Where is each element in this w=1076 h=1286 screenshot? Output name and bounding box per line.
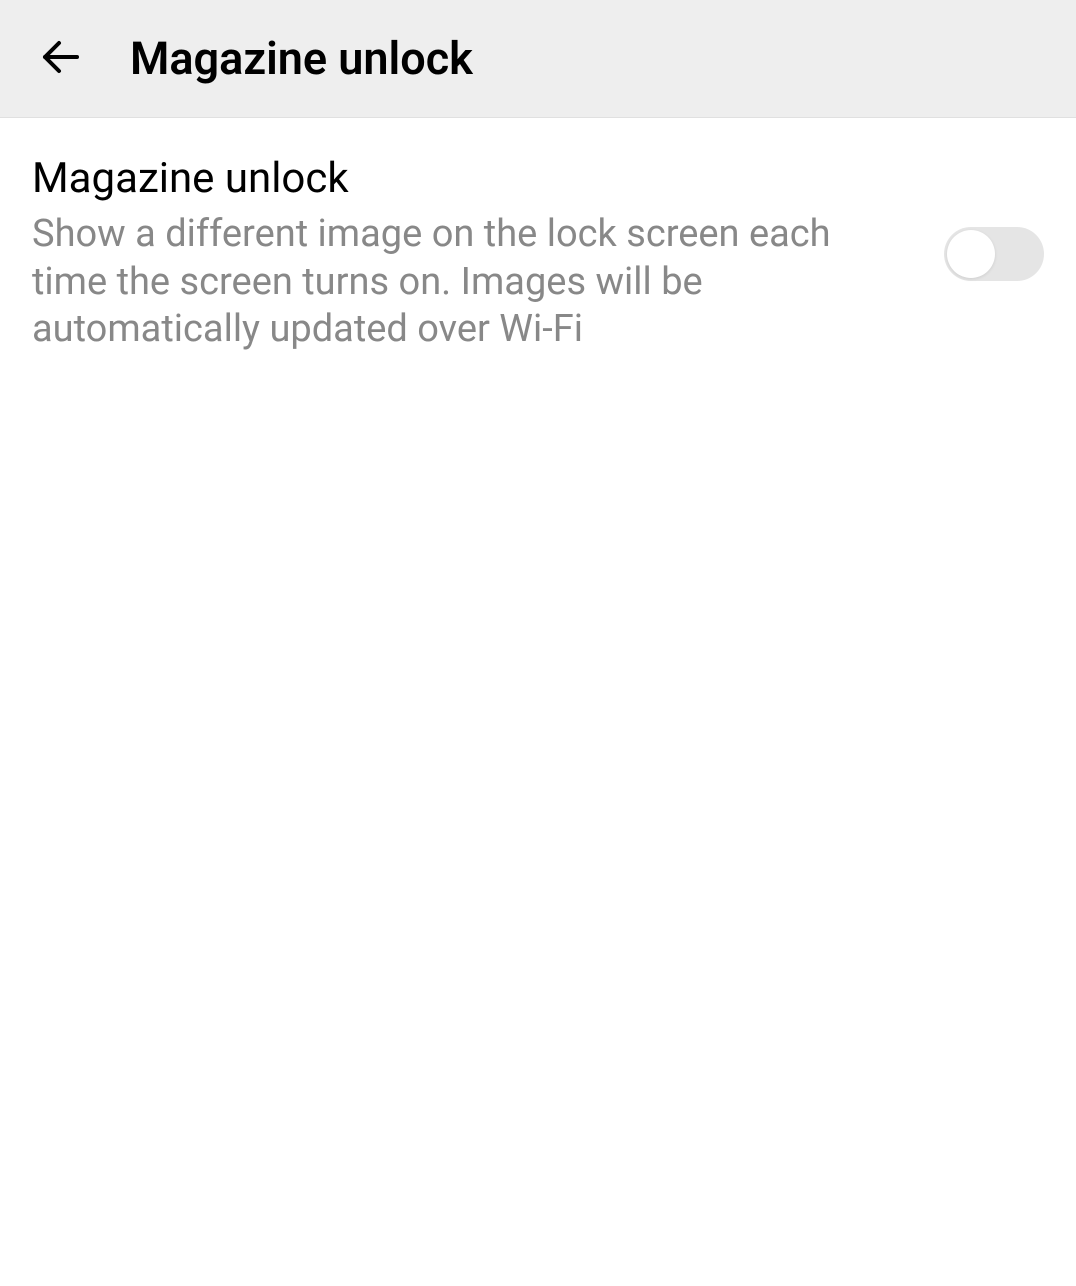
back-button[interactable] bbox=[32, 30, 90, 88]
page-title: Magazine unlock bbox=[130, 32, 473, 85]
setting-description: Show a different image on the lock scree… bbox=[32, 211, 904, 354]
magazine-unlock-toggle[interactable] bbox=[944, 227, 1044, 281]
content-area: Magazine unlock Show a different image o… bbox=[0, 118, 1076, 390]
header: Magazine unlock bbox=[0, 0, 1076, 118]
setting-title: Magazine unlock bbox=[32, 154, 904, 203]
setting-text-block: Magazine unlock Show a different image o… bbox=[32, 154, 944, 354]
toggle-knob bbox=[947, 230, 995, 278]
arrow-left-icon bbox=[37, 33, 85, 85]
setting-magazine-unlock[interactable]: Magazine unlock Show a different image o… bbox=[32, 154, 1044, 354]
